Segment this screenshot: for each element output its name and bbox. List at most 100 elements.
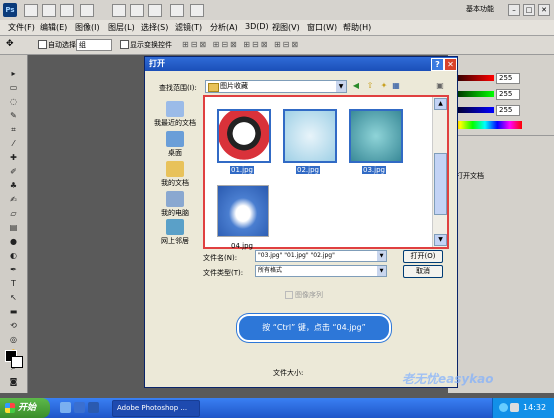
back-icon[interactable]: ◀	[351, 81, 361, 91]
image-sequence-checkbox[interactable]	[285, 291, 293, 299]
place-desktop[interactable]: 桌面	[149, 131, 201, 158]
file-thumbnail	[283, 109, 337, 163]
show-transform-checkbox[interactable]	[120, 40, 129, 49]
quick-mask-icon[interactable]: ◙	[8, 377, 19, 387]
scroll-up-icon[interactable]: ▲	[434, 98, 447, 110]
crop-icon[interactable]: ⌗	[8, 125, 19, 135]
move-tool-icon[interactable]: ✥	[6, 39, 14, 49]
place-my-documents[interactable]: 我的文档	[149, 161, 201, 188]
view-extras-icon[interactable]	[60, 4, 74, 17]
image-sequence-option[interactable]: 图像序列	[285, 290, 323, 300]
menu-analysis[interactable]: 分析(A)	[210, 22, 238, 33]
lasso-icon[interactable]: ◌	[8, 97, 19, 107]
folder-icon	[208, 83, 219, 92]
menu-image[interactable]: 图像(I)	[75, 22, 100, 33]
minimize-icon[interactable]: –	[508, 4, 520, 16]
filename-input[interactable]: "03.jpg" "01.jpg" "02.jpg" ▼	[255, 250, 387, 262]
show-desktop-icon[interactable]	[60, 402, 71, 413]
help-icon[interactable]: ?	[431, 58, 444, 71]
auto-select-checkbox[interactable]	[38, 40, 47, 49]
chevron-down-icon[interactable]: ▼	[377, 251, 386, 261]
brush-icon[interactable]: ✐	[8, 167, 19, 177]
ie-icon[interactable]	[74, 402, 85, 413]
minibridge-icon[interactable]	[42, 4, 56, 17]
type-icon[interactable]: T	[8, 279, 19, 289]
3d-rotate-icon[interactable]: ⟲	[8, 321, 19, 331]
eyedropper-icon[interactable]: ⁄	[8, 139, 19, 149]
arrange-documents-icon[interactable]	[170, 4, 184, 17]
filetype-dropdown[interactable]: 所有格式 ▼	[255, 265, 387, 277]
file-thumbnail	[217, 185, 269, 237]
place-recent[interactable]: 我最近的文档	[149, 101, 201, 128]
zoom-icon[interactable]	[148, 4, 162, 17]
pen-icon[interactable]: ✒	[8, 265, 19, 275]
quick-select-icon[interactable]: ✎	[8, 111, 19, 121]
open-document-label: 打开文档	[456, 172, 484, 180]
file-item-03[interactable]: 03.jpg	[345, 105, 403, 174]
move-icon[interactable]: ▸	[8, 69, 19, 79]
dodge-icon[interactable]: ◐	[8, 251, 19, 261]
workspace-switcher[interactable]: 基本功能	[466, 4, 494, 14]
menu-file[interactable]: 文件(F)	[8, 22, 35, 33]
menu-help[interactable]: 帮助(H)	[343, 22, 371, 33]
menu-view[interactable]: 视图(V)	[272, 22, 300, 33]
rotate-view-icon[interactable]	[130, 4, 144, 17]
scroll-thumb[interactable]	[434, 153, 447, 215]
chevron-down-icon[interactable]: ▼	[377, 266, 386, 276]
start-label: 开始	[18, 403, 37, 413]
restore-icon[interactable]: □	[523, 4, 535, 16]
file-item-02[interactable]: 02.jpg	[279, 105, 337, 174]
recent-documents-icon	[166, 101, 184, 117]
taskbar-item-photoshop[interactable]: Adobe Photoshop ...	[112, 400, 200, 417]
menu-layer[interactable]: 图层(L)	[108, 22, 135, 33]
background-color-swatch[interactable]	[11, 356, 23, 368]
open-button[interactable]: 打开(O)	[403, 250, 443, 263]
hand-tool-icon[interactable]	[112, 4, 126, 17]
scroll-down-icon[interactable]: ▼	[434, 234, 447, 246]
preview-icon[interactable]: ▣	[435, 81, 445, 91]
healing-icon[interactable]: ✚	[8, 153, 19, 163]
gradient-icon[interactable]: ▤	[8, 223, 19, 233]
menu-filter[interactable]: 滤镜(T)	[175, 22, 202, 33]
word-icon[interactable]	[88, 402, 99, 413]
tray-volume-icon[interactable]	[510, 403, 519, 412]
file-item-01[interactable]: 01.jpg	[213, 105, 271, 174]
color-spectrum[interactable]	[448, 121, 522, 129]
menu-window[interactable]: 窗口(W)	[307, 22, 337, 33]
menu-bar: 文件(F) 编辑(E) 图像(I) 图层(L) 选择(S) 滤镜(T) 分析(A…	[0, 20, 554, 36]
chevron-down-icon[interactable]: ▼	[336, 81, 346, 92]
place-my-computer[interactable]: 我的电脑	[149, 191, 201, 218]
start-button[interactable]: 开始	[0, 398, 50, 418]
file-name: 01.jpg	[230, 166, 254, 174]
cancel-button[interactable]: 取消	[403, 265, 443, 278]
color-value-g[interactable]: 255	[496, 89, 520, 100]
eraser-icon[interactable]: ▱	[8, 209, 19, 219]
history-brush-icon[interactable]: ✍	[8, 195, 19, 205]
file-list-scrollbar[interactable]: ▲ ▼	[432, 97, 447, 247]
path-select-icon[interactable]: ↖	[8, 293, 19, 303]
3d-orbit-icon[interactable]: ◎	[8, 335, 19, 345]
close-icon[interactable]: ✕	[444, 58, 457, 71]
clone-stamp-icon[interactable]: ♣	[8, 181, 19, 191]
up-folder-icon[interactable]: ⇧	[365, 81, 375, 91]
screen-mode-icon[interactable]	[190, 4, 204, 17]
auto-select-dropdown[interactable]: 组	[76, 39, 112, 51]
look-in-dropdown[interactable]: 图片收藏 ▼	[205, 80, 347, 93]
place-network[interactable]: 网上邻居	[149, 219, 201, 246]
tray-network-icon[interactable]	[499, 403, 508, 412]
close-icon[interactable]: ✕	[538, 4, 550, 16]
menu-select[interactable]: 选择(S)	[141, 22, 168, 33]
marquee-icon[interactable]: ▭	[8, 83, 19, 93]
new-folder-icon[interactable]: ✦	[379, 81, 389, 91]
bridge-icon[interactable]	[24, 4, 38, 17]
view-menu-icon[interactable]: ▦	[391, 81, 401, 91]
color-value-b[interactable]: 255	[496, 105, 520, 116]
align-icons[interactable]: ⊞⊟⊠ ⊞⊟⊠ ⊞⊟⊠ ⊞⊟⊠	[182, 40, 300, 49]
menu-edit[interactable]: 编辑(E)	[40, 22, 67, 33]
zoom-level-icon[interactable]	[80, 4, 94, 17]
blur-icon[interactable]: ●	[8, 237, 19, 247]
file-item-04[interactable]: 04.jpg	[213, 181, 271, 250]
menu-3d[interactable]: 3D(D)	[245, 22, 269, 31]
shape-icon[interactable]: ▬	[8, 307, 19, 317]
color-value-r[interactable]: 255	[496, 73, 520, 84]
